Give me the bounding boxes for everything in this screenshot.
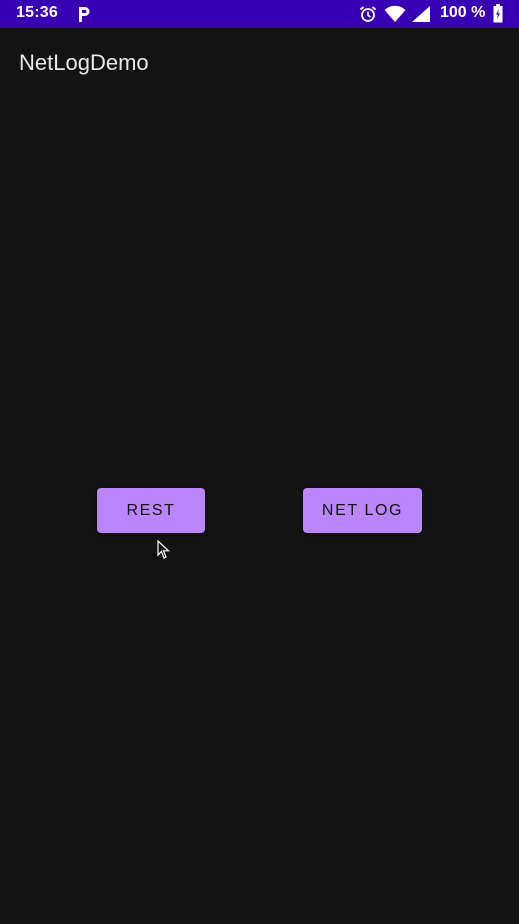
status-time: 15:36 [16, 4, 58, 21]
app-screen: 15:36 100 % NetLogDemo REST NET LOG [0, 0, 519, 924]
mouse-cursor-icon [157, 540, 171, 559]
battery-icon [493, 4, 503, 23]
app-title: NetLogDemo [19, 50, 149, 75]
net-log-button[interactable]: NET LOG [303, 488, 422, 533]
rest-button[interactable]: REST [97, 488, 205, 533]
alarm-icon [359, 6, 377, 22]
signal-icon [412, 6, 430, 22]
status-bar: 15:36 100 % [0, 0, 519, 28]
wifi-icon [384, 5, 406, 22]
p-icon [79, 7, 90, 22]
battery-percentage: 100 % [440, 4, 486, 21]
